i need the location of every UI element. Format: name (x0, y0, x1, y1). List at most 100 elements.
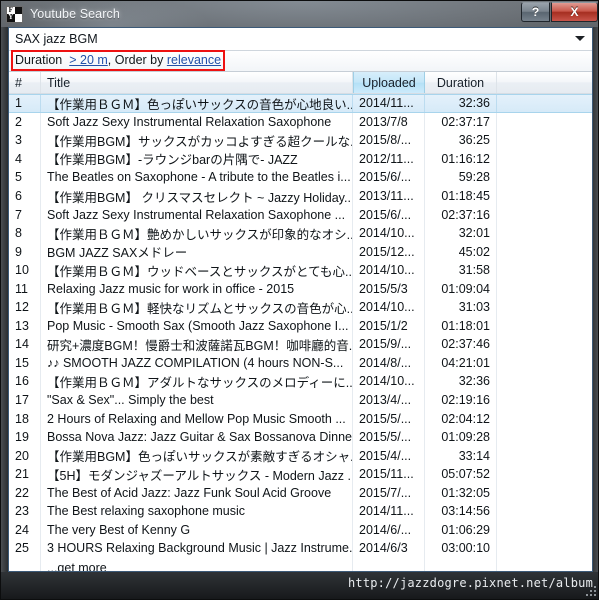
table-row[interactable]: 11 Relaxing Jazz music for work in office… (9, 279, 592, 299)
cell-filler (497, 113, 592, 132)
chevron-down-icon[interactable] (575, 36, 585, 41)
cell-duration: 02:04:12 (425, 409, 497, 428)
cell-title: 【作業用BGM】-ラウンジbarの片隅で- JAZZ (41, 149, 353, 169)
search-input[interactable]: SAX jazz BGM (9, 32, 98, 46)
cell-filler (497, 131, 592, 150)
cell-filler (497, 428, 592, 447)
cell-number: 17 (9, 390, 41, 410)
cell-number: 14 (9, 335, 41, 354)
table-row[interactable]: 7 Soft Jazz Sexy Instrumental Relaxation … (9, 205, 592, 224)
cell-duration: 59:28 (425, 168, 497, 187)
table-row[interactable]: 4 【作業用BGM】-ラウンジbarの片隅で- JAZZ 2012/11... 01:… (9, 149, 592, 169)
cell-number: 9 (9, 242, 41, 261)
cell-uploaded: 2014/6/3 (353, 539, 425, 558)
cell-filler (497, 502, 592, 521)
cell-uploaded: 2014/10... (353, 223, 425, 243)
cell-number: 1 (9, 95, 41, 112)
table-row[interactable]: 15 ♪♪ SMOOTH JAZZ COMPILATION (4 hours NO… (9, 353, 592, 373)
results-table: # Title Uploaded Duration 1 【作業用ＢＧＭ】色っぽいサ… (9, 72, 592, 571)
cell-duration: 02:37:46 (425, 335, 497, 354)
cell-uploaded: 2015/4/... (353, 446, 425, 465)
get-more-row[interactable]: ...get more (9, 557, 592, 571)
cell-number: 18 (9, 409, 41, 428)
filter-duration-label: Duration (15, 53, 63, 67)
status-bar: http://jazzdogre.pixnet.net/album (1, 572, 598, 599)
cell-title: Soft Jazz Sexy Instrumental Relaxation S… (41, 112, 353, 132)
cell-number: 22 (9, 483, 41, 503)
filter-order-link[interactable]: relevance (167, 53, 221, 67)
cell-title: 【5H】モダンジャズーアルトサックス - Modern Jazz ... (41, 464, 353, 484)
cell-title: 【作業用ＢＧＭ】軽快なリズムとサックスの音色が心... (41, 298, 353, 317)
title-bar[interactable]: F Y Youtube Search ? X (1, 1, 598, 27)
close-button[interactable]: X (551, 2, 598, 22)
column-header-title[interactable]: Title (41, 72, 353, 93)
table-row[interactable]: 25 3 HOURS Relaxing Background Music | Ja… (9, 539, 592, 558)
table-row[interactable]: 22 The Best of Acid Jazz: Jazz Funk Soul … (9, 483, 592, 503)
table-row[interactable]: 3 【作業用BGM】サックスがカッコよすぎる超クールな... 2015/8/... 3… (9, 131, 592, 150)
help-button[interactable]: ? (521, 2, 550, 22)
cell-filler (497, 483, 592, 502)
table-row[interactable]: 12 【作業用ＢＧＭ】軽快なリズムとサックスの音色が心... 2014/10... 3… (9, 298, 592, 317)
cell-filler (497, 242, 592, 261)
cell-duration: 32:36 (425, 372, 497, 391)
cell-uploaded: 2015/1/2 (353, 316, 425, 336)
cell-duration: 01:32:05 (425, 483, 497, 503)
cell-filler (497, 261, 592, 280)
cell-duration: 03:14:56 (425, 502, 497, 521)
table-row[interactable]: 10 【作業用ＢＧＭ】ウッドベースとサックスがとても心... 2014/10... 3… (9, 260, 592, 280)
cell-duration: 32:36 (425, 95, 497, 112)
cell-uploaded: 2014/11... (353, 95, 425, 112)
cell-uploaded: 2013/4/... (353, 390, 425, 410)
table-row[interactable]: 1 【作業用ＢＧＭ】色っぽいサックスの音色が心地良い... 2014/11... 32… (9, 94, 592, 113)
table-row[interactable]: 8 【作業用ＢＧＭ】艶めかしいサックスが印象的なオシ... 2014/10... 32… (9, 223, 592, 243)
table-row[interactable]: 21 【5H】モダンジャズーアルトサックス - Modern Jazz ... 20… (9, 464, 592, 484)
table-row[interactable]: 6 【作業用BGM】 クリスマスセレクト ~ Jazzy Holiday... 20… (9, 186, 592, 206)
search-combobox[interactable]: SAX jazz BGM (9, 28, 592, 51)
resize-grip-icon[interactable] (585, 585, 597, 597)
cell-title: Pop Music - Smooth Sax (Smooth Jazz Saxo… (41, 316, 353, 336)
table-header-row: # Title Uploaded Duration (9, 72, 592, 94)
cell-filler (497, 409, 592, 428)
table-row[interactable]: 9 BGM JAZZ SAXメドレー 2015/12... 45:02 (9, 242, 592, 261)
get-more-label[interactable]: ...get more (41, 557, 353, 571)
cell-duration: 32:01 (425, 223, 497, 243)
cell-title: The Best relaxing saxophone music (41, 502, 353, 521)
column-header-uploaded[interactable]: Uploaded (353, 72, 425, 93)
cell-title: 【作業用ＢＧＭ】艶めかしいサックスが印象的なオシ... (41, 223, 353, 243)
filter-text: Duration > 20 m, Order by relevance (15, 53, 221, 67)
table-row[interactable]: 19 Bossa Nova Jazz: Jazz Guitar & Sax Bos… (9, 427, 592, 447)
cell-title: 【作業用BGM】 クリスマスセレクト ~ Jazzy Holiday... (41, 186, 353, 206)
cell-duration: 31:58 (425, 260, 497, 280)
filter-separator: , (107, 53, 115, 67)
table-row[interactable]: 16 【作業用ＢＧＭ】アダルトなサックスのメロディーに... 2014/10... 3… (9, 372, 592, 391)
table-row[interactable]: 5 The Beatles on Saxophone - A tribute to… (9, 168, 592, 187)
app-icon-letter-y: Y (7, 13, 15, 22)
table-row[interactable]: 20 【作業用BGM】色っぽいサックスが素敵すぎるオシャ... 2015/4/...… (9, 446, 592, 465)
table-row[interactable]: 14 研究+濃度BGM！慢爵士和波薩諾瓦BGM！咖啡廳的音... 2015/9/..… (9, 335, 592, 354)
get-more-duration-cell (425, 557, 497, 571)
cell-filler (497, 224, 592, 243)
table-row[interactable]: 13 Pop Music - Smooth Sax (Smooth Jazz Sa… (9, 316, 592, 336)
cell-uploaded: 2014/8/... (353, 353, 425, 373)
cell-duration: 33:14 (425, 446, 497, 465)
column-header-number[interactable]: # (9, 72, 41, 93)
cell-title: ♪♪ SMOOTH JAZZ COMPILATION (4 hours NON-… (41, 353, 353, 373)
cell-duration: 05:07:52 (425, 464, 497, 484)
cell-uploaded: 2014/11... (353, 502, 425, 521)
cell-filler (497, 446, 592, 465)
filter-duration-link[interactable]: > 20 m (69, 53, 108, 67)
cell-number: 6 (9, 186, 41, 206)
table-row[interactable]: 24 The very Best of Kenny G 2014/6/... 01:0… (9, 520, 592, 540)
table-row[interactable]: 23 The Best relaxing saxophone music 2014/… (9, 502, 592, 521)
table-row[interactable]: 18 2 Hours of Relaxing and Mellow Pop Mus… (9, 409, 592, 428)
cell-number: 10 (9, 260, 41, 280)
cell-number: 19 (9, 427, 41, 447)
cell-filler (497, 187, 592, 206)
column-header-duration[interactable]: Duration (425, 72, 497, 93)
table-row[interactable]: 2 Soft Jazz Sexy Instrumental Relaxation … (9, 112, 592, 132)
cell-title: 2 Hours of Relaxing and Mellow Pop Music… (41, 409, 353, 428)
cell-uploaded: 2015/9/... (353, 335, 425, 354)
table-row[interactable]: 17 "Sax & Sex"... Simply the best 2013/4/.… (9, 390, 592, 410)
cell-duration: 01:06:29 (425, 520, 497, 540)
cell-title: The very Best of Kenny G (41, 520, 353, 540)
